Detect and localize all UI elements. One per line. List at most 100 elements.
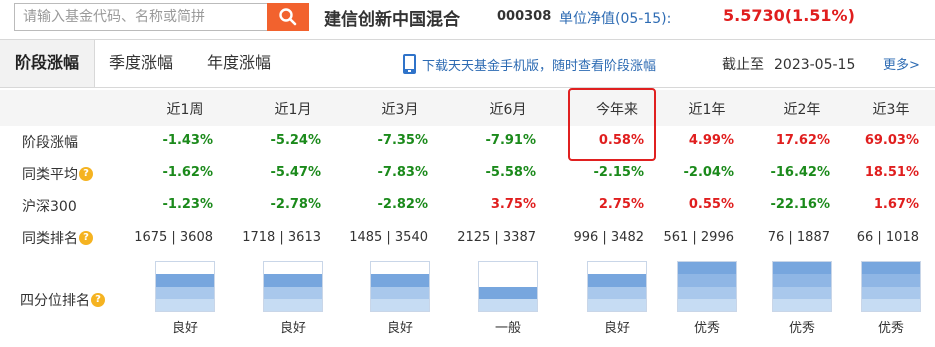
quartile-label: 良好 — [386, 321, 413, 336]
app-download-text[interactable]: 下载天天基金手机版，随时查看阶段涨幅 — [422, 55, 656, 74]
row-label: 同类排名? — [22, 228, 93, 248]
quartile-bar — [587, 261, 647, 312]
table-cell: -2.82% — [377, 197, 429, 212]
app-download-link[interactable]: 下载天天基金手机版，随时查看阶段涨幅 — [403, 53, 656, 75]
table-cell: 0.55% — [688, 197, 734, 212]
quartile-segment — [371, 262, 429, 275]
more-link[interactable]: 更多> — [883, 54, 920, 73]
quartile-bar — [861, 261, 921, 312]
rank-cell: 1675 | 3608 — [134, 230, 213, 245]
row-label-text: 同类平均 — [22, 167, 78, 183]
table-cell: -2.15% — [593, 165, 645, 180]
quartile-segment — [371, 286, 429, 299]
row-label-text: 四分位排名 — [20, 293, 90, 309]
search-icon — [279, 8, 297, 26]
quartile-segment — [588, 274, 646, 287]
rank-cell: 1485 | 3540 — [349, 230, 428, 245]
quartile-segment — [264, 298, 322, 311]
table-cell: -1.43% — [162, 133, 214, 148]
quartile-segment — [156, 298, 214, 311]
table-cell: 2.75% — [598, 197, 644, 212]
quartile-segment — [479, 262, 537, 275]
quartile-segment — [862, 262, 920, 275]
search-button[interactable] — [267, 3, 309, 31]
quartile-segment — [371, 298, 429, 311]
quartile-segment — [156, 262, 214, 275]
quartile-segment — [479, 298, 537, 311]
quartile-label: 优秀 — [877, 321, 904, 336]
table-cell: 17.62% — [775, 133, 830, 148]
column-header: 近3月 — [381, 102, 419, 118]
row-label-text: 同类排名 — [22, 231, 78, 247]
fund-code: 000308 — [497, 9, 552, 24]
quartile-bar — [478, 261, 538, 312]
quartile-label: 优秀 — [788, 321, 815, 336]
column-header: 近6月 — [489, 102, 527, 118]
quartile-bar — [155, 261, 215, 312]
table-cell: 18.51% — [864, 165, 919, 180]
column-header: 近1周 — [166, 102, 204, 118]
quartile-segment — [678, 286, 736, 299]
row-label: 沪深300 — [22, 196, 77, 216]
rank-cell: 996 | 3482 — [573, 230, 644, 245]
quartile-segment — [264, 286, 322, 299]
rank-cell: 2125 | 3387 — [457, 230, 536, 245]
table-cell: -5.58% — [485, 165, 537, 180]
quartile-segment — [156, 274, 214, 287]
quartile-segment — [479, 286, 537, 299]
quartile-label: 良好 — [279, 321, 306, 336]
table-cell: 3.75% — [490, 197, 536, 212]
as-of-value: 2023-05-15 — [774, 57, 856, 73]
question-icon[interactable]: ? — [79, 231, 93, 245]
table-cell: 4.99% — [688, 133, 734, 148]
quartile-segment — [588, 286, 646, 299]
quartile-segment — [156, 286, 214, 299]
top-bar: 请输入基金代码、名称或简拼 建信创新中国混合 000308 单位净值(05-15… — [0, 0, 935, 38]
highlight-box — [568, 88, 656, 161]
table-cell: -5.24% — [270, 133, 322, 148]
quartile-segment — [862, 286, 920, 299]
quartile-segment — [371, 274, 429, 287]
quartile-segment — [773, 274, 831, 287]
table-cell: 1.67% — [873, 197, 919, 212]
phone-icon — [403, 54, 416, 74]
column-header: 近1年 — [688, 102, 726, 118]
table-cell: -1.23% — [162, 197, 214, 212]
column-header: 近2年 — [783, 102, 821, 118]
quartile-segment — [678, 298, 736, 311]
nav-value: 5.5730(1.51%) — [723, 6, 855, 25]
column-header: 近3年 — [872, 102, 910, 118]
nav-label[interactable]: 单位净值(05-15): — [559, 8, 671, 28]
quartile-segment — [678, 274, 736, 287]
quartile-segment — [862, 274, 920, 287]
quartile-label: 优秀 — [693, 321, 720, 336]
quartile-segment — [862, 298, 920, 311]
rank-cell: 76 | 1887 — [767, 230, 830, 245]
as-of-label: 截止至 — [722, 57, 764, 73]
row-label-text: 沪深300 — [22, 199, 77, 215]
tab-annual-return[interactable]: 年度涨幅 — [207, 40, 271, 87]
table-cell: -7.35% — [377, 133, 429, 148]
table-cell: -16.42% — [770, 165, 830, 180]
tab-period-return[interactable]: 阶段涨幅 — [0, 40, 95, 87]
row-label: 阶段涨幅 — [22, 132, 78, 152]
question-icon[interactable]: ? — [91, 293, 105, 307]
rank-cell: 1718 | 3613 — [242, 230, 321, 245]
table-cell: -22.16% — [770, 197, 830, 212]
tab-quarterly-return[interactable]: 季度涨幅 — [109, 40, 173, 87]
table-cell: -5.47% — [270, 165, 322, 180]
question-icon[interactable]: ? — [79, 167, 93, 181]
quartile-bar — [772, 261, 832, 312]
column-header: 近1月 — [274, 102, 312, 118]
quartile-segment — [588, 262, 646, 275]
quartile-segment — [773, 286, 831, 299]
row-label: 四分位排名? — [20, 290, 105, 310]
as-of-date: 截止至 2023-05-15 — [722, 54, 865, 74]
row-label-text: 阶段涨幅 — [22, 135, 78, 151]
quartile-label: 一般 — [494, 321, 521, 336]
fund-search-input[interactable]: 请输入基金代码、名称或简拼 — [14, 3, 267, 31]
quartile-bar — [370, 261, 430, 312]
row-label: 同类平均? — [22, 164, 93, 184]
quartile-label: 良好 — [171, 321, 198, 336]
table-header: 近1周 近1月 近3月 近6月 今年来 近1年 近2年 近3年 — [0, 90, 935, 126]
